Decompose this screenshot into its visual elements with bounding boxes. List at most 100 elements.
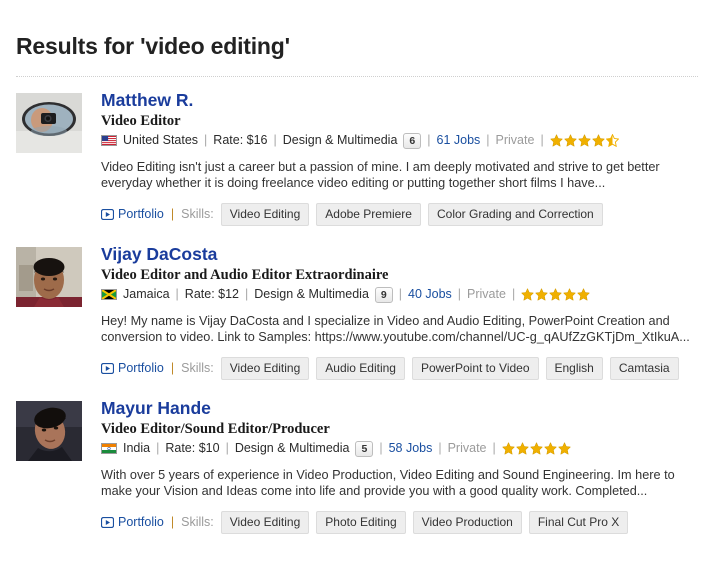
rating-stars [521,288,591,302]
flag-in-icon [101,443,117,455]
play-icon [101,516,114,528]
freelancer-tagline: Video Editor [101,112,181,129]
skills-row: Portfolio | Skills: Video Editing Audio Edit… [101,356,698,380]
category-label: Design & Multimedia [234,441,350,456]
country-label: India [123,441,151,456]
meta-row: United States | Rate: $16 | Design & Multime… [101,132,698,149]
freelancer-name-link[interactable]: Vijay DaCosta [101,244,217,265]
avatar[interactable] [16,400,82,461]
skills-label: Skills: [181,207,214,222]
avatar[interactable] [16,246,82,307]
portfolio-link[interactable]: Portfolio [101,207,164,221]
category-count-badge[interactable]: 5 [355,440,374,457]
star-icon [591,134,605,148]
play-icon [101,362,114,374]
category-count-badge[interactable]: 9 [374,286,393,303]
result-content: Mayur Hande Video Editor/Sound Editor/Pro… [100,398,698,534]
skill-tag[interactable]: Final Cut Pro X [528,510,629,534]
meta-separator: | [175,287,179,302]
skill-tag[interactable]: Audio Editing [316,356,405,380]
meta-separator: | [486,133,490,148]
avatar[interactable] [16,92,82,153]
star-icon [563,288,577,302]
privacy-label: Private [447,441,487,456]
result-content: Vijay DaCosta Video Editor and Audio Edit… [100,244,698,380]
skill-tag[interactable]: Video Editing [220,202,310,226]
freelancer-description: Hey! My name is Vijay DaCosta and I spec… [101,313,690,345]
star-icon [563,134,577,148]
rate-label: Rate: $16 [213,133,268,148]
star-icon [529,442,543,456]
play-icon [101,208,114,220]
search-results-page: Results for 'video editing' Matthew R. Vi… [0,15,714,579]
portfolio-link[interactable]: Portfolio [101,361,164,375]
star-icon [557,442,571,456]
portfolio-link[interactable]: Portfolio [101,515,164,529]
star-icon [549,288,563,302]
skill-tag[interactable]: Video Editing [220,356,310,380]
result-item: Matthew R. Video Editor United States | Rate… [16,77,698,231]
country-label: United States [123,133,199,148]
meta-separator: | [379,441,383,456]
jobs-count-link[interactable]: 40 Jobs [408,287,452,302]
category-label: Design & Multimedia [282,133,398,148]
skills-row: Portfolio | Skills: Video Editing Adobe Prem… [101,202,698,226]
skill-tag[interactable]: Video Editing [220,510,310,534]
meta-separator: | [540,133,544,148]
star-icon [549,134,563,148]
star-half-icon [605,134,619,148]
meta-row: India | Rate: $10 | Design & Multimedia 5 | 58 … [101,440,698,457]
rate-label: Rate: $12 [184,287,240,302]
avatar-wrapper [16,244,100,307]
skill-tag[interactable]: Camtasia [609,356,679,380]
meta-separator: | [427,133,431,148]
meta-separator: | [398,287,402,302]
freelancer-tagline: Video Editor/Sound Editor/Producer [101,420,330,437]
meta-row: Jamaica | Rate: $12 | Design & Multimedia 9 | 4… [101,286,698,303]
freelancer-name-link[interactable]: Mayur Hande [101,398,211,419]
results-list: Matthew R. Video Editor United States | Rate… [0,77,714,539]
privacy-label: Private [467,287,506,302]
skill-tag[interactable]: Photo Editing [316,510,406,534]
star-icon [515,442,529,456]
meta-separator: | [204,133,208,148]
star-icon [577,288,591,302]
avatar-wrapper [16,398,100,461]
skills-separator: | [170,361,175,376]
flag-jm-icon [101,289,117,301]
skills-label: Skills: [181,515,214,530]
star-icon [543,442,557,456]
page-title: Results for 'video editing' [16,33,290,60]
category-count-badge[interactable]: 6 [403,132,422,149]
freelancer-description: Video Editing isn't just a career but a … [101,159,660,191]
jobs-count-link[interactable]: 61 Jobs [437,133,481,148]
meta-separator: | [511,287,516,302]
category-label: Design & Multimedia [254,287,369,302]
skills-separator: | [170,515,175,530]
portfolio-label: Portfolio [118,207,164,222]
skill-tag[interactable]: Video Production [412,510,522,534]
result-item: Vijay DaCosta Video Editor and Audio Edit… [16,231,698,385]
meta-separator: | [225,441,229,456]
jobs-count-link[interactable]: 58 Jobs [389,441,433,456]
meta-separator: | [438,441,442,456]
avatar-wrapper [16,90,100,153]
freelancer-name-link[interactable]: Matthew R. [101,90,193,111]
rate-label: Rate: $10 [165,441,220,456]
rating-stars [549,134,619,148]
result-content: Matthew R. Video Editor United States | Rate… [100,90,698,226]
skill-tag[interactable]: English [545,356,603,380]
flag-us-icon [101,135,117,147]
meta-separator: | [492,441,496,456]
star-icon [577,134,591,148]
result-item: Mayur Hande Video Editor/Sound Editor/Pro… [16,385,698,539]
privacy-label: Private [495,133,535,148]
skills-separator: | [170,207,175,222]
skill-tag[interactable]: Color Grading and Correction [427,202,603,226]
skill-tag[interactable]: PowerPoint to Video [411,356,539,380]
star-icon [535,288,549,302]
skills-label: Skills: [181,361,214,376]
meta-separator: | [245,287,249,302]
skill-tag[interactable]: Adobe Premiere [316,202,421,226]
portfolio-label: Portfolio [118,515,164,530]
